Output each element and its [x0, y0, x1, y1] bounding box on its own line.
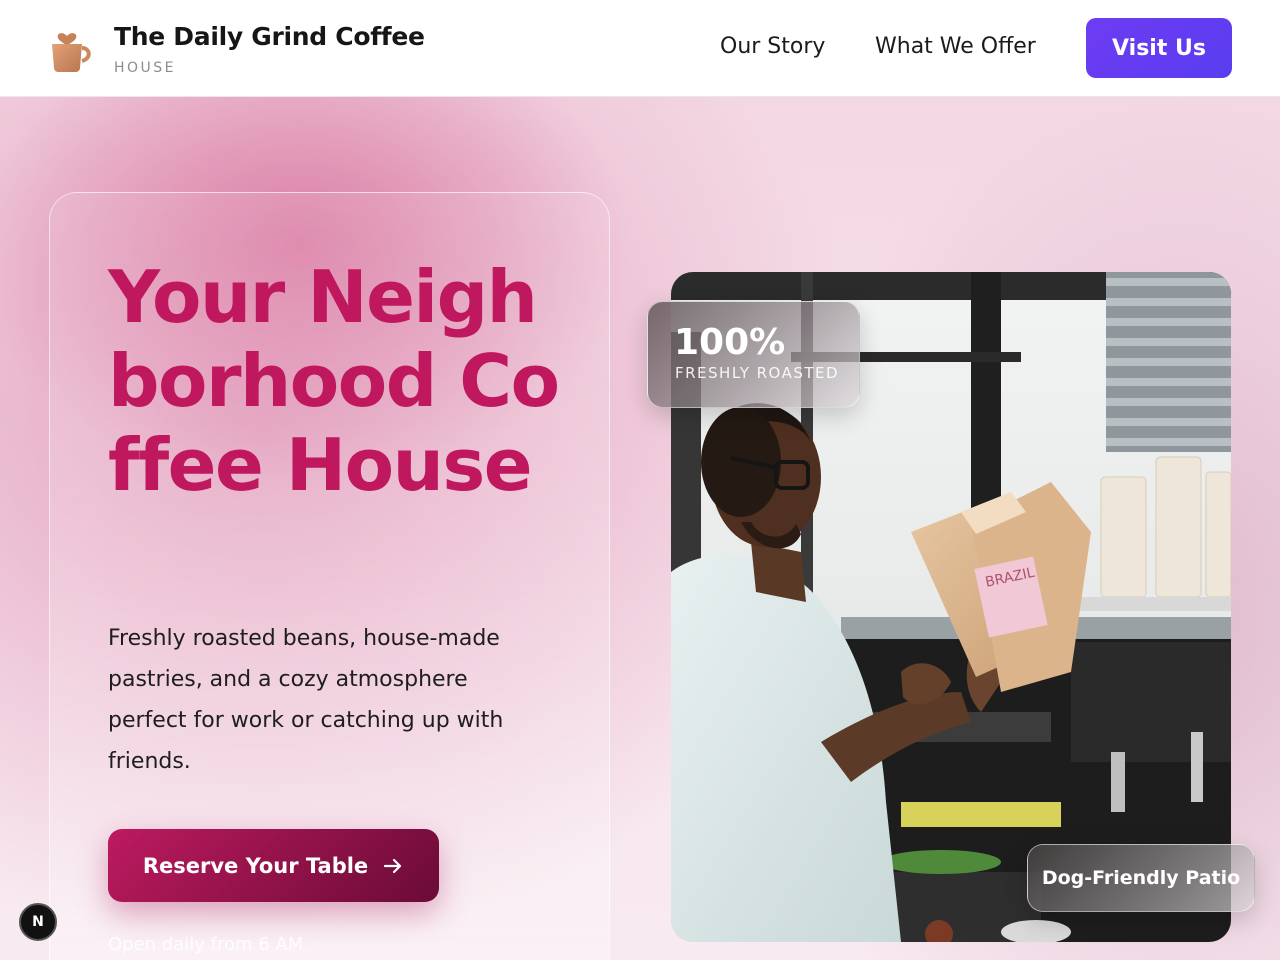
nav-our-story[interactable]: Our Story: [720, 34, 825, 59]
visit-us-button[interactable]: Visit Us: [1086, 18, 1232, 78]
roasted-percentage: 100%: [674, 322, 786, 363]
freshly-roasted-badge: 100% FRESHLY ROASTED: [647, 301, 860, 408]
brand-subtitle: HOUSE: [114, 60, 177, 76]
dog-friendly-patio-badge: Dog-Friendly Patio: [1027, 844, 1255, 912]
reserve-table-label: Reserve Your Table: [142, 853, 369, 878]
brand-name[interactable]: The Daily Grind Coffee: [114, 22, 425, 51]
nav-what-we-offer[interactable]: What We Offer: [875, 34, 1036, 59]
roasted-label: FRESHLY ROASTED: [675, 364, 840, 382]
site-header: The Daily Grind Coffee HOUSE Our Story W…: [0, 0, 1280, 97]
opening-hours-text: Open daily from 6 AM: [108, 934, 304, 955]
arrow-right-icon: [384, 858, 402, 873]
hero-description: Freshly roasted beans, house-made pastri…: [108, 626, 504, 774]
dev-indicator-button[interactable]: N: [19, 903, 57, 941]
coffee-cup-logo-icon[interactable]: [46, 22, 96, 74]
reserve-table-button[interactable]: Reserve Your Table: [108, 829, 439, 902]
hero-title: Your Neighborhood Coffee House: [108, 255, 560, 507]
